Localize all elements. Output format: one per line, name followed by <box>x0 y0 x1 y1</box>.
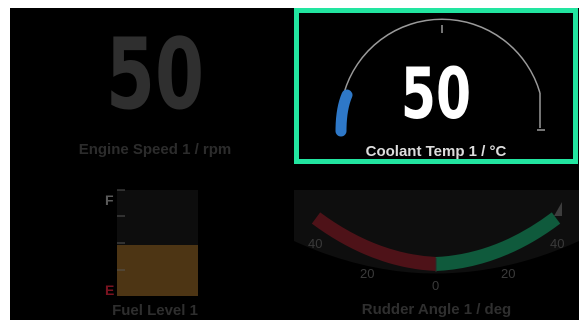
fuel-level-tile[interactable]: F E Fuel Level 1 <box>105 186 215 320</box>
rudder-scale-label: 20 <box>501 266 515 281</box>
fuel-tank-gauge <box>117 189 198 296</box>
fuel-empty-mark: E <box>105 282 115 298</box>
rudder-angle-tile[interactable]: 40 20 0 20 40 Rudder Angle 1 / deg <box>294 186 579 320</box>
fuel-level-label: Fuel Level 1 <box>112 302 198 319</box>
rudder-scale-label: 20 <box>360 266 374 281</box>
rudder-angle-gauge: 40 20 0 20 40 <box>294 190 579 293</box>
rudder-scale-label: 40 <box>550 236 564 251</box>
rudder-scale-label: 0 <box>432 278 439 293</box>
fuel-level-fill <box>117 245 198 296</box>
rudder-angle-label: Rudder Angle 1 / deg <box>361 301 512 318</box>
rudder-scale-label: 40 <box>308 236 322 251</box>
engine-speed-label: Engine Speed 1 / rpm <box>78 141 232 158</box>
engine-speed-tile[interactable]: 50 Engine Speed 1 / rpm <box>10 8 300 168</box>
coolant-temp-value: 50 <box>400 53 472 135</box>
fuel-full-mark: F <box>105 192 114 208</box>
coolant-temp-tile[interactable]: 50 Coolant Temp 1 / °C <box>294 8 578 164</box>
coolant-temp-label: Coolant Temp 1 / °C <box>365 143 507 160</box>
engine-speed-value: 50 <box>105 18 205 132</box>
instrument-panel: 50 Engine Speed 1 / rpm 50 Coolant Temp … <box>10 8 579 320</box>
